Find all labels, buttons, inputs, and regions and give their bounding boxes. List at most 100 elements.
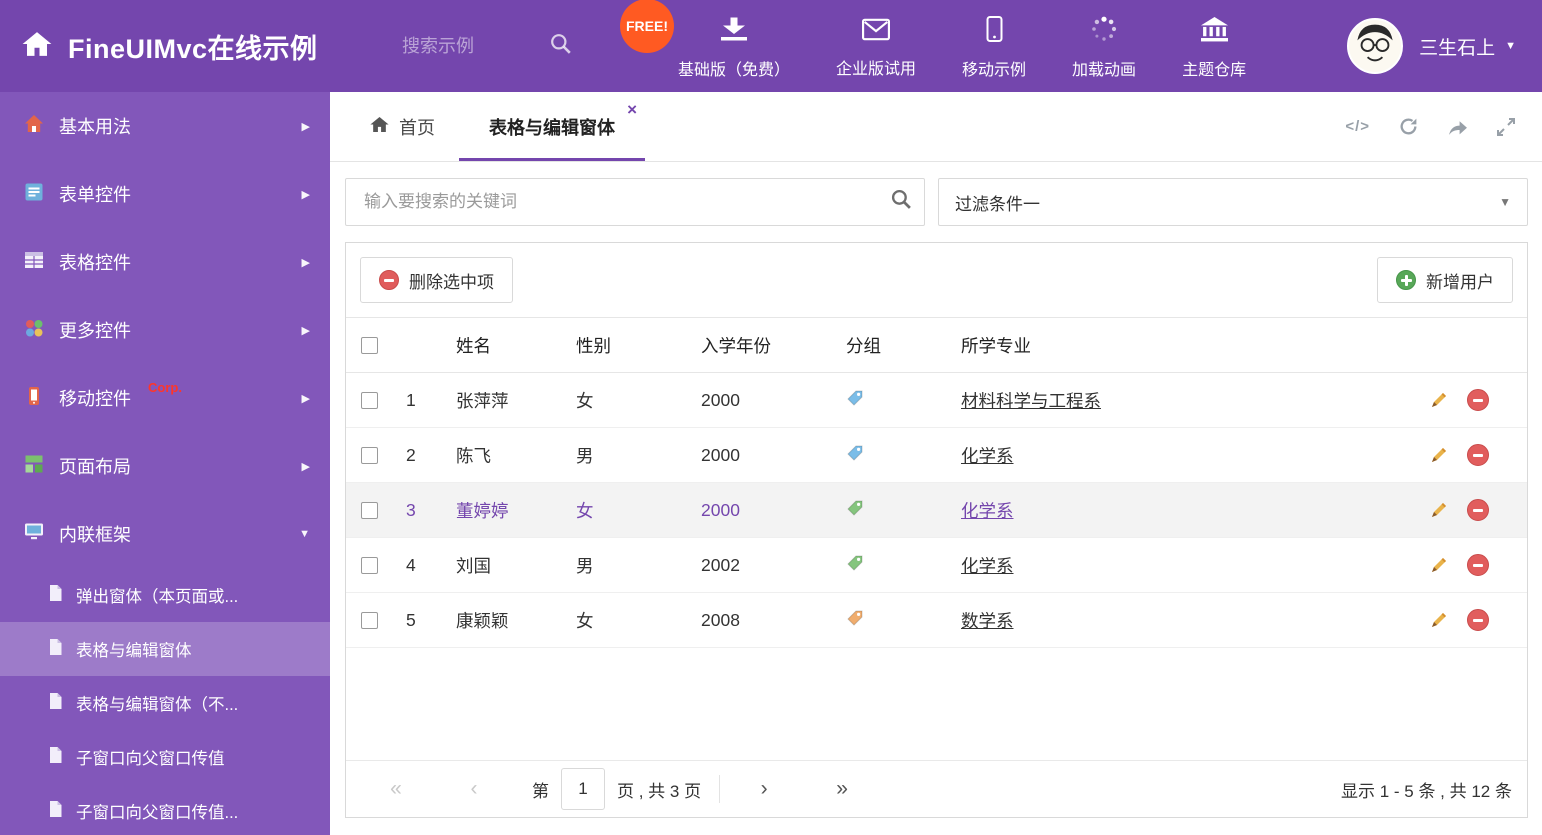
header-search-input[interactable] bbox=[400, 34, 550, 58]
table-row-selected[interactable]: 3 董婷婷 女 2000 化学系 bbox=[346, 483, 1527, 538]
nav-item-mobile-demo[interactable]: 移动示例 bbox=[962, 12, 1026, 80]
keyword-search-input[interactable] bbox=[362, 191, 891, 213]
expand-icon[interactable] bbox=[1496, 117, 1516, 137]
sidebar-item-form-controls[interactable]: 表单控件 ▶ bbox=[0, 160, 330, 228]
column-header-gender[interactable]: 性别 bbox=[576, 333, 701, 358]
content-area: 过滤条件一 ▼ 删除选中项 新增用户 bbox=[330, 162, 1542, 835]
sidebar-item-page-layout[interactable]: 页面布局 ▶ bbox=[0, 432, 330, 500]
table-row[interactable]: 1 张萍萍 女 2000 材料科学与工程系 bbox=[346, 373, 1527, 428]
file-icon bbox=[48, 746, 63, 769]
cell-group bbox=[846, 499, 961, 522]
sidebar-item-inline-frame[interactable]: 内联框架 ▼ bbox=[0, 500, 330, 568]
sidebar-item-more-controls[interactable]: 更多控件 ▶ bbox=[0, 296, 330, 364]
grid-toolbar: 删除选中项 新增用户 bbox=[346, 243, 1527, 317]
search-icon[interactable] bbox=[891, 189, 912, 215]
nav-item-loading-animation[interactable]: 加载动画 bbox=[1072, 12, 1136, 80]
download-icon bbox=[721, 17, 747, 47]
major-link[interactable]: 数学系 bbox=[961, 611, 1014, 631]
sidebar-subitem-grid-edit-window-2[interactable]: 表格与编辑窗体（不... bbox=[0, 676, 330, 730]
row-checkbox[interactable] bbox=[361, 391, 378, 409]
delete-icon[interactable] bbox=[1467, 609, 1489, 631]
edit-icon[interactable] bbox=[1429, 555, 1449, 575]
row-checkbox[interactable] bbox=[361, 446, 378, 464]
row-number: 5 bbox=[406, 609, 416, 630]
phone-icon bbox=[24, 386, 44, 411]
form-icon bbox=[24, 182, 44, 207]
sidebar-item-grid-controls[interactable]: 表格控件 ▶ bbox=[0, 228, 330, 296]
user-menu[interactable]: 三生石上 ▼ bbox=[1347, 18, 1542, 74]
tag-icon bbox=[846, 389, 864, 412]
column-header-year[interactable]: 入学年份 bbox=[701, 333, 846, 358]
sidebar-subitem-popup-window[interactable]: 弹出窗体（本页面或... bbox=[0, 568, 330, 622]
code-icon[interactable]: </> bbox=[1345, 118, 1370, 135]
tab-bar: 首页 表格与编辑窗体 × </> bbox=[330, 92, 1542, 162]
tag-icon bbox=[846, 499, 864, 522]
row-checkbox[interactable] bbox=[361, 556, 378, 574]
record-summary: 显示 1 - 5 条 , 共 12 条 bbox=[1341, 781, 1512, 801]
brand[interactable]: FineUIMvc在线示例 bbox=[0, 27, 400, 66]
nav-item-theme-repo[interactable]: 主题仓库 bbox=[1182, 13, 1246, 80]
tab-home[interactable]: 首页 bbox=[346, 92, 459, 161]
sidebar-item-basic-usage[interactable]: 基本用法 ▶ bbox=[0, 92, 330, 160]
major-link[interactable]: 化学系 bbox=[961, 556, 1014, 576]
tab-label: 表格与编辑窗体 bbox=[489, 117, 615, 138]
filter-dropdown[interactable]: 过滤条件一 ▼ bbox=[938, 178, 1528, 226]
button-label: 新增用户 bbox=[1426, 272, 1494, 292]
row-checkbox[interactable] bbox=[361, 501, 378, 519]
prev-page-button[interactable]: ‹ bbox=[454, 777, 494, 801]
edit-icon[interactable] bbox=[1429, 445, 1449, 465]
delete-icon[interactable] bbox=[1467, 389, 1489, 411]
delete-icon[interactable] bbox=[1467, 499, 1489, 521]
nav-label: 加载动画 bbox=[1072, 62, 1137, 79]
sidebar-item-mobile-controls[interactable]: 移动控件 Corp. ▶ bbox=[0, 364, 330, 432]
cell-name: 陈飞 bbox=[456, 445, 491, 466]
select-all-checkbox[interactable] bbox=[361, 336, 378, 354]
refresh-icon[interactable] bbox=[1398, 116, 1419, 137]
column-header-group[interactable]: 分组 bbox=[846, 333, 961, 358]
edit-icon[interactable] bbox=[1429, 390, 1449, 410]
last-page-button[interactable]: » bbox=[822, 777, 862, 801]
sidebar-subitem-child-to-parent-2[interactable]: 子窗口向父窗口传值... bbox=[0, 784, 330, 835]
table-row[interactable]: 2 陈飞 男 2000 化学系 bbox=[346, 428, 1527, 483]
add-user-button[interactable]: 新增用户 bbox=[1377, 257, 1513, 303]
major-link[interactable]: 化学系 bbox=[961, 446, 1014, 466]
sidebar-subitem-child-to-parent[interactable]: 子窗口向父窗口传值 bbox=[0, 730, 330, 784]
column-header-name[interactable]: 姓名 bbox=[456, 333, 576, 358]
tab-grid-edit-window[interactable]: 表格与编辑窗体 × bbox=[459, 92, 645, 161]
close-icon[interactable]: × bbox=[627, 100, 637, 120]
cell-gender: 男 bbox=[576, 555, 594, 576]
filter-dropdown-value: 过滤条件一 bbox=[955, 194, 1040, 214]
share-icon[interactable] bbox=[1447, 117, 1468, 136]
nav-item-basic-edition[interactable]: FREE! 基础版（免费） bbox=[620, 0, 790, 80]
table-row[interactable]: 4 刘国 男 2002 化学系 bbox=[346, 538, 1527, 593]
cell-year: 2002 bbox=[701, 554, 740, 575]
home-icon bbox=[370, 116, 389, 138]
edit-icon[interactable] bbox=[1429, 610, 1449, 630]
delete-icon[interactable] bbox=[1467, 554, 1489, 576]
header-search bbox=[400, 33, 620, 60]
museum-icon bbox=[1200, 16, 1228, 47]
button-label: 删除选中项 bbox=[409, 272, 494, 292]
sidebar-subitem-grid-edit-window[interactable]: 表格与编辑窗体 bbox=[0, 622, 330, 676]
major-link[interactable]: 材料科学与工程系 bbox=[961, 391, 1101, 411]
file-icon bbox=[48, 584, 63, 607]
table-row[interactable]: 5 康颖颖 女 2008 数学系 bbox=[346, 593, 1527, 648]
header-nav: FREE! 基础版（免费） 企业版试用 移动示例 加载动画 主题仓库 bbox=[620, 0, 1246, 80]
plus-circle-icon bbox=[1396, 270, 1416, 290]
row-checkbox[interactable] bbox=[361, 611, 378, 629]
first-page-button[interactable]: « bbox=[376, 777, 416, 801]
pager-divider bbox=[719, 775, 721, 803]
chevron-right-icon: ▶ bbox=[301, 392, 310, 405]
delete-selected-button[interactable]: 删除选中项 bbox=[360, 257, 513, 303]
cell-gender: 男 bbox=[576, 445, 594, 466]
cell-year: 2008 bbox=[701, 609, 740, 630]
major-link[interactable]: 化学系 bbox=[961, 501, 1014, 521]
column-header-major[interactable]: 所学专业 bbox=[961, 333, 1399, 358]
edit-icon[interactable] bbox=[1429, 500, 1449, 520]
delete-icon[interactable] bbox=[1467, 444, 1489, 466]
next-page-button[interactable]: › bbox=[744, 777, 784, 801]
nav-item-enterprise-trial[interactable]: 企业版试用 bbox=[836, 14, 916, 79]
page-number-input[interactable] bbox=[561, 768, 605, 810]
sidebar-subitem-label: 弹出窗体（本页面或... bbox=[76, 588, 239, 606]
search-icon[interactable] bbox=[550, 33, 572, 60]
